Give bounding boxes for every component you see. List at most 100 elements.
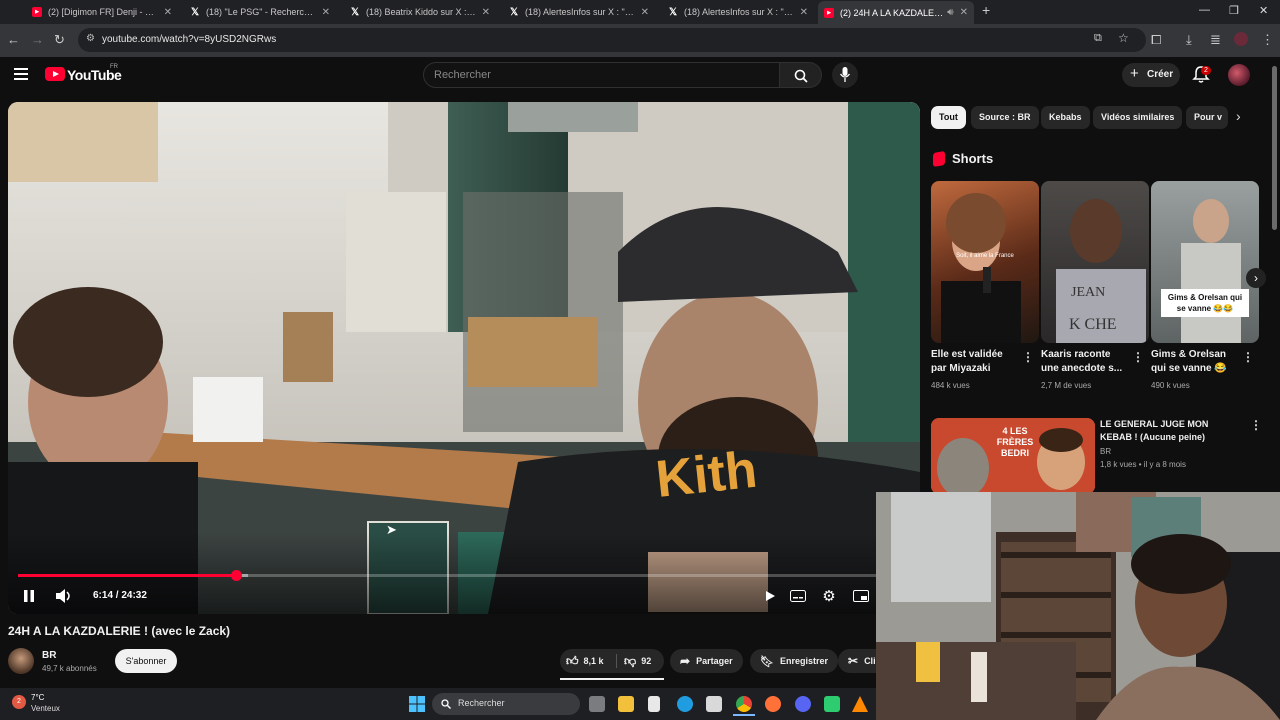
more-actions-icon[interactable]: ⋮ [1250, 418, 1262, 432]
search-placeholder: Rechercher [434, 69, 491, 81]
browser-tab[interactable]: 𝕏 (18) Beatrix Kiddo sur X : "L'extr ✕ [344, 2, 496, 22]
chip-all[interactable]: Tout [931, 106, 966, 129]
recommended-channel[interactable]: BR [1100, 447, 1111, 456]
chip-kebabs[interactable]: Kebabs [1041, 106, 1090, 129]
chip-source[interactable]: Source : BR [971, 106, 1039, 129]
search-input[interactable]: Rechercher [423, 62, 780, 88]
autoplay-toggle[interactable] [760, 586, 780, 606]
volume-button[interactable] [54, 586, 74, 606]
short-title[interactable]: Kaaris raconte une anecdote s... [1041, 348, 1129, 376]
weather-temperature[interactable]: 7°C [31, 693, 44, 702]
shorts-icon [933, 150, 945, 168]
short-title[interactable]: Elle est validée par Miyazaki [931, 348, 1019, 376]
close-window-icon[interactable]: ✕ [1259, 4, 1268, 17]
create-button[interactable]: + Créer [1122, 63, 1180, 87]
svg-text:JEAN: JEAN [1071, 285, 1105, 300]
autoplay-icon [766, 591, 775, 601]
chevron-right-icon[interactable]: › [1236, 108, 1241, 124]
miniplayer-button[interactable] [851, 586, 871, 606]
notepad-icon[interactable] [648, 696, 660, 712]
time-display: 6:14 / 24:32 [93, 590, 147, 601]
short-thumbnail-image [941, 193, 1021, 343]
voice-search-button[interactable] [832, 62, 858, 88]
chip-for-you[interactable]: Pour v [1186, 106, 1228, 129]
discord-icon[interactable] [795, 696, 811, 712]
more-actions-icon[interactable]: ⋮ [1132, 350, 1144, 364]
channel-avatar[interactable] [8, 648, 34, 674]
x-icon: 𝕏 [190, 6, 200, 18]
store-icon[interactable] [706, 696, 722, 712]
speaker-icon[interactable]: 🔊︎ [947, 7, 953, 18]
app-icon[interactable] [824, 696, 840, 712]
thumbnail-text: 4 LES FRÈRES BEDRI [996, 426, 1034, 458]
file-explorer-icon[interactable] [618, 696, 634, 712]
browser-tab[interactable]: ▶ (2) [Digimon FR] Denji - YouTube ✕ [26, 2, 178, 22]
recommended-title[interactable]: LE GENERAL JUGE MON KEBAB ! (Aucune pein… [1100, 418, 1242, 444]
firefox-icon[interactable] [765, 696, 781, 712]
address-bar[interactable]: ⚙ youtube.com/watch?v=8yUSD2NGRws ⧉ ☆ [78, 28, 1146, 52]
svg-text:Kith: Kith [653, 441, 760, 509]
taskbar-search[interactable]: Rechercher [432, 693, 580, 715]
reload-icon[interactable]: ↻ [54, 32, 65, 48]
windows-start-icon[interactable] [409, 696, 425, 717]
restore-icon[interactable]: ❐ [1229, 4, 1239, 17]
short-thumbnail[interactable]: Soit, il aime la France [931, 181, 1039, 343]
search-button[interactable] [780, 62, 822, 88]
browser-tab-active[interactable]: ▶ (2) 24H A LA KAZDALERIE ! (avec 🔊︎ ✕ [818, 1, 974, 24]
youtube-logo-icon[interactable] [45, 67, 65, 81]
more-actions-icon[interactable]: ⋮ [1242, 350, 1254, 364]
clip-button[interactable]: ✂ Clip [838, 649, 876, 673]
download-icon[interactable]: ⤓ [1186, 32, 1192, 48]
forward-icon[interactable]: → [31, 32, 44, 48]
close-tab-icon[interactable]: ✕ [800, 7, 808, 18]
close-tab-icon[interactable]: ✕ [641, 7, 649, 18]
short-thumbnail[interactable]: JEAN K CHE [1041, 181, 1149, 343]
video-player[interactable]: Kith ➤ 6:14 / 24:32 ⚙ [8, 102, 920, 614]
weather-description: Venteux [31, 704, 60, 713]
browser-tab[interactable]: 𝕏 (18) AlertesInfos sur X : "🚨 🇫🇷 F ✕ [662, 2, 814, 22]
short-thumbnail[interactable]: Gims & Orelsan qui se vanne 😂😂 [1151, 181, 1259, 343]
menu-kebab-icon[interactable]: ⋮ [1261, 32, 1274, 48]
dislike-button[interactable]: 👎︎ 92 [624, 649, 651, 673]
minimize-icon[interactable]: — [1199, 4, 1210, 16]
tab-title: (18) "Le PSG" - Recherche / X [206, 7, 316, 17]
browser-tab[interactable]: 𝕏 (18) AlertesInfos sur X : "🚨 us 🇺🇸 ✕ [503, 2, 655, 22]
like-button[interactable]: 👍︎ 8,1 k [566, 649, 604, 673]
extensions-icon[interactable]: ⧠ [1151, 32, 1161, 48]
close-tab-icon[interactable]: ✕ [482, 7, 490, 18]
task-view-icon[interactable] [589, 696, 605, 712]
weather-badge[interactable]: 2 [12, 695, 26, 709]
more-actions-icon[interactable]: ⋮ [1022, 350, 1034, 364]
new-tab-button[interactable]: + [982, 2, 990, 18]
install-app-icon[interactable]: ⧉ [1094, 32, 1102, 45]
scrollbar[interactable] [1272, 66, 1277, 230]
settings-button[interactable]: ⚙ [819, 586, 839, 606]
pause-button[interactable] [19, 586, 39, 606]
subtitles-button[interactable] [788, 586, 808, 606]
recommended-thumbnail[interactable]: 4 LES FRÈRES BEDRI [931, 418, 1095, 494]
site-info-icon[interactable]: ⚙ [86, 33, 95, 44]
hamburger-menu-icon[interactable] [14, 67, 28, 80]
tab-title: (18) AlertesInfos sur X : "🚨 us 🇺🇸 [525, 6, 635, 17]
vlc-icon[interactable] [852, 696, 868, 712]
short-title[interactable]: Gims & Orelsan qui se vanne 😂 [1151, 348, 1239, 376]
close-tab-icon[interactable]: ✕ [164, 7, 172, 18]
profile-avatar[interactable] [1234, 32, 1248, 46]
chip-similar[interactable]: Vidéos similaires [1093, 106, 1183, 129]
chevron-right-icon[interactable]: › [1246, 268, 1266, 288]
bookmark-star-icon[interactable]: ☆ [1118, 31, 1129, 45]
close-tab-icon[interactable]: ✕ [960, 7, 968, 18]
chrome-icon[interactable] [736, 696, 752, 712]
back-icon[interactable]: ← [7, 32, 20, 48]
share-button[interactable]: ➦ Partager [670, 649, 743, 673]
media-icon[interactable]: ≣ [1210, 32, 1221, 48]
progress-bar[interactable] [18, 570, 878, 581]
close-tab-icon[interactable]: ✕ [322, 7, 330, 18]
save-button[interactable]: 🔖︎ Enregistrer [750, 649, 838, 673]
edge-icon[interactable] [677, 696, 693, 712]
channel-name[interactable]: BR [42, 650, 56, 661]
subscribe-button[interactable]: S'abonner [115, 649, 177, 673]
browser-tab[interactable]: 𝕏 (18) "Le PSG" - Recherche / X ✕ [184, 2, 336, 22]
save-label: Enregistrer [779, 656, 828, 666]
account-avatar[interactable] [1228, 64, 1250, 86]
